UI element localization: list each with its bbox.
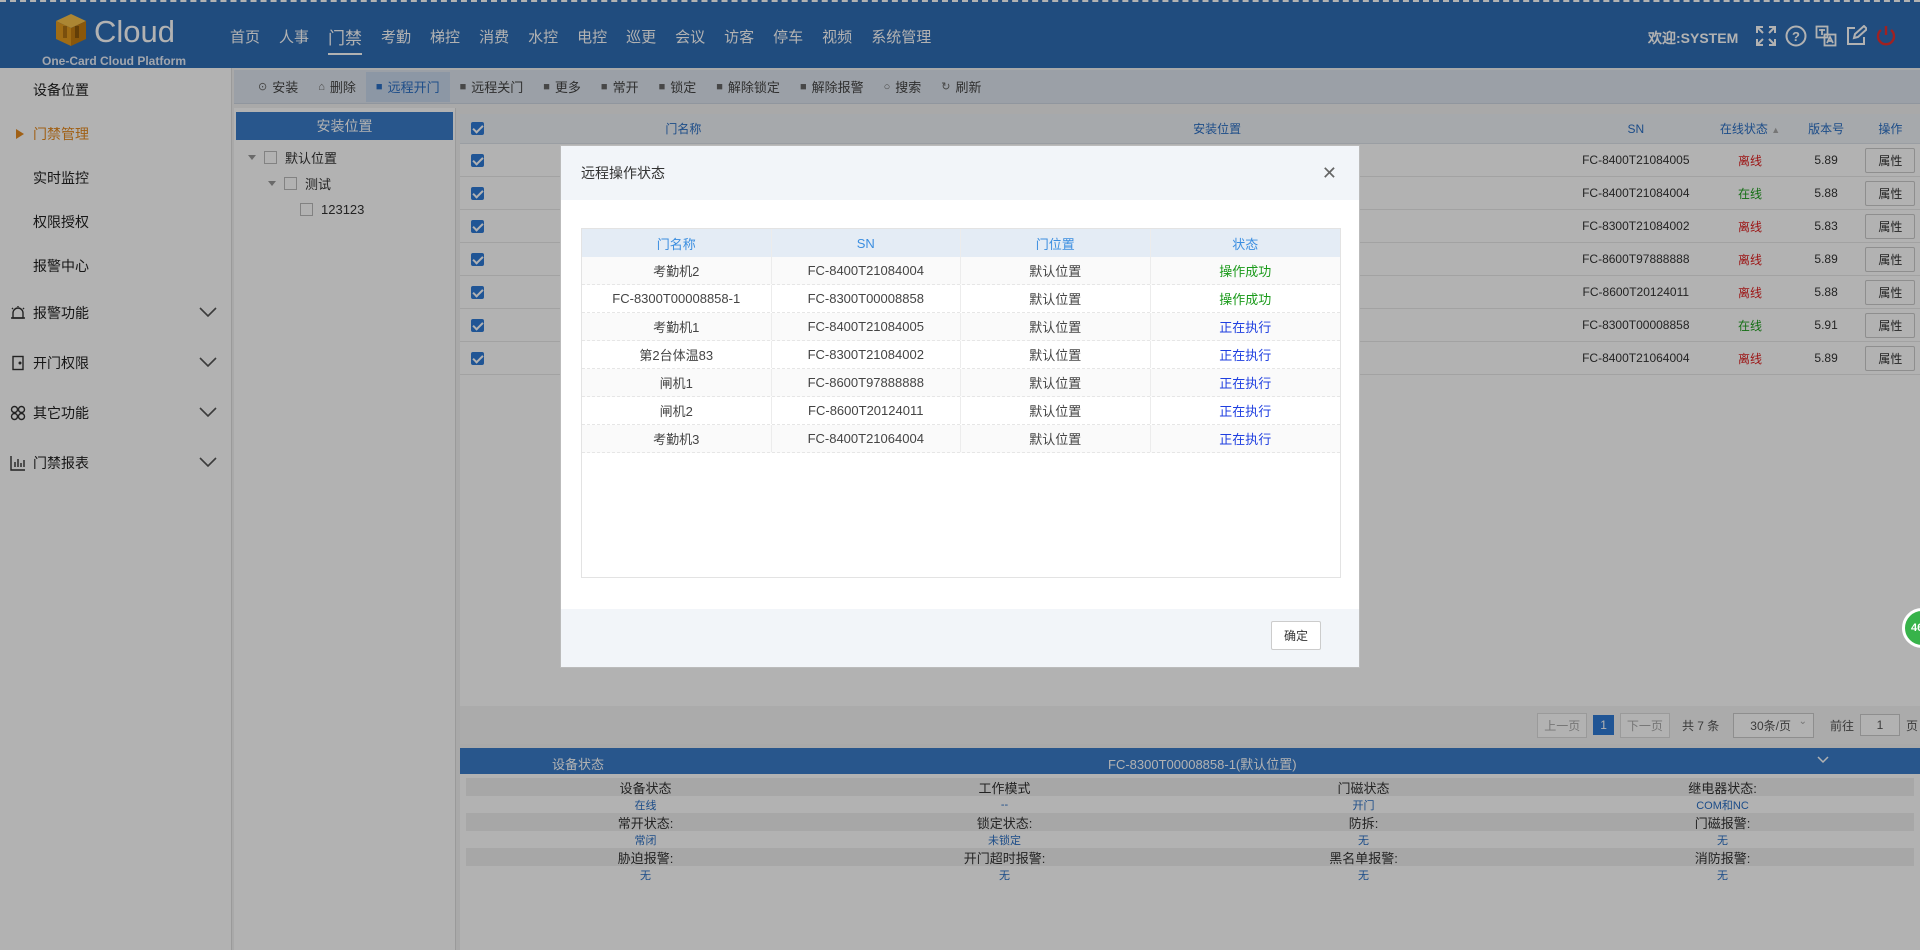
operation-status-cell: 正在执行 bbox=[1219, 432, 1272, 447]
sn-cell: FC-8400T21084005 bbox=[772, 313, 961, 340]
door-location-cell: 默认位置 bbox=[961, 313, 1151, 340]
operation-status-cell: 操作成功 bbox=[1219, 264, 1272, 279]
door-location-cell: 默认位置 bbox=[961, 369, 1151, 396]
door-location-cell: 默认位置 bbox=[961, 397, 1151, 424]
dialog-title: 远程操作状态 bbox=[581, 165, 665, 181]
operation-row: 考勤机2 FC-8400T21084004 默认位置 操作成功 bbox=[582, 257, 1340, 285]
close-icon[interactable]: ✕ bbox=[1322, 146, 1337, 200]
door-name-cell: 考勤机3 bbox=[582, 425, 772, 452]
col-header-door-name: 门名称 bbox=[582, 229, 772, 257]
sn-cell: FC-8400T21064004 bbox=[772, 425, 961, 452]
sn-cell: FC-8600T97888888 bbox=[772, 369, 961, 396]
col-header-status: 状态 bbox=[1232, 236, 1259, 252]
operation-row: 第2台体温83 FC-8300T21084002 默认位置 正在执行 bbox=[582, 341, 1340, 369]
operation-row: 考勤机1 FC-8400T21084005 默认位置 正在执行 bbox=[582, 313, 1340, 341]
col-header-door-location: 门位置 bbox=[961, 229, 1151, 257]
door-name-cell: 闸机2 bbox=[582, 397, 772, 424]
door-name-cell: 考勤机1 bbox=[582, 313, 772, 340]
door-name-cell: 闸机1 bbox=[582, 369, 772, 396]
sn-cell: FC-8300T21084002 bbox=[772, 341, 961, 368]
door-name-cell: 第2台体温83 bbox=[582, 341, 772, 368]
operation-status-cell: 正在执行 bbox=[1219, 348, 1272, 363]
operation-status-cell: 正在执行 bbox=[1219, 376, 1272, 391]
door-location-cell: 默认位置 bbox=[961, 425, 1151, 452]
dialog-footer: 确定 bbox=[561, 609, 1359, 667]
operation-row: 考勤机3 FC-8400T21064004 默认位置 正在执行 bbox=[582, 425, 1340, 453]
operation-status-table: 门名称 SN 门位置 状态 考勤机2 FC-8400T21084004 默认位置 操作… bbox=[581, 228, 1341, 578]
sn-cell: FC-8300T00008858 bbox=[772, 285, 961, 312]
door-location-cell: 默认位置 bbox=[961, 257, 1151, 284]
operation-row: FC-8300T00008858-1 FC-8300T00008858 默认位置 操作… bbox=[582, 285, 1340, 313]
operation-table-header: 门名称 SN 门位置 状态 bbox=[582, 229, 1340, 257]
sn-cell: FC-8600T20124011 bbox=[772, 397, 961, 424]
door-name-cell: 考勤机2 bbox=[582, 257, 772, 284]
operation-status-cell: 正在执行 bbox=[1219, 320, 1272, 335]
operation-row: 闸机2 FC-8600T20124011 默认位置 正在执行 bbox=[582, 397, 1340, 425]
operation-status-cell: 操作成功 bbox=[1219, 292, 1272, 307]
operation-row: 闸机1 FC-8600T97888888 默认位置 正在执行 bbox=[582, 369, 1340, 397]
door-name-cell: FC-8300T00008858-1 bbox=[582, 285, 772, 312]
door-location-cell: 默认位置 bbox=[961, 285, 1151, 312]
sn-cell: FC-8400T21084004 bbox=[772, 257, 961, 284]
operation-status-cell: 正在执行 bbox=[1219, 404, 1272, 419]
col-header-sn: SN bbox=[772, 229, 961, 257]
confirm-button[interactable]: 确定 bbox=[1270, 621, 1321, 650]
dialog-titlebar: 远程操作状态 ✕ bbox=[561, 146, 1359, 200]
door-location-cell: 默认位置 bbox=[961, 341, 1151, 368]
remote-operation-dialog: 远程操作状态 ✕ 门名称 SN 门位置 状态 考勤机2 FC-8400T21084… bbox=[560, 145, 1360, 668]
